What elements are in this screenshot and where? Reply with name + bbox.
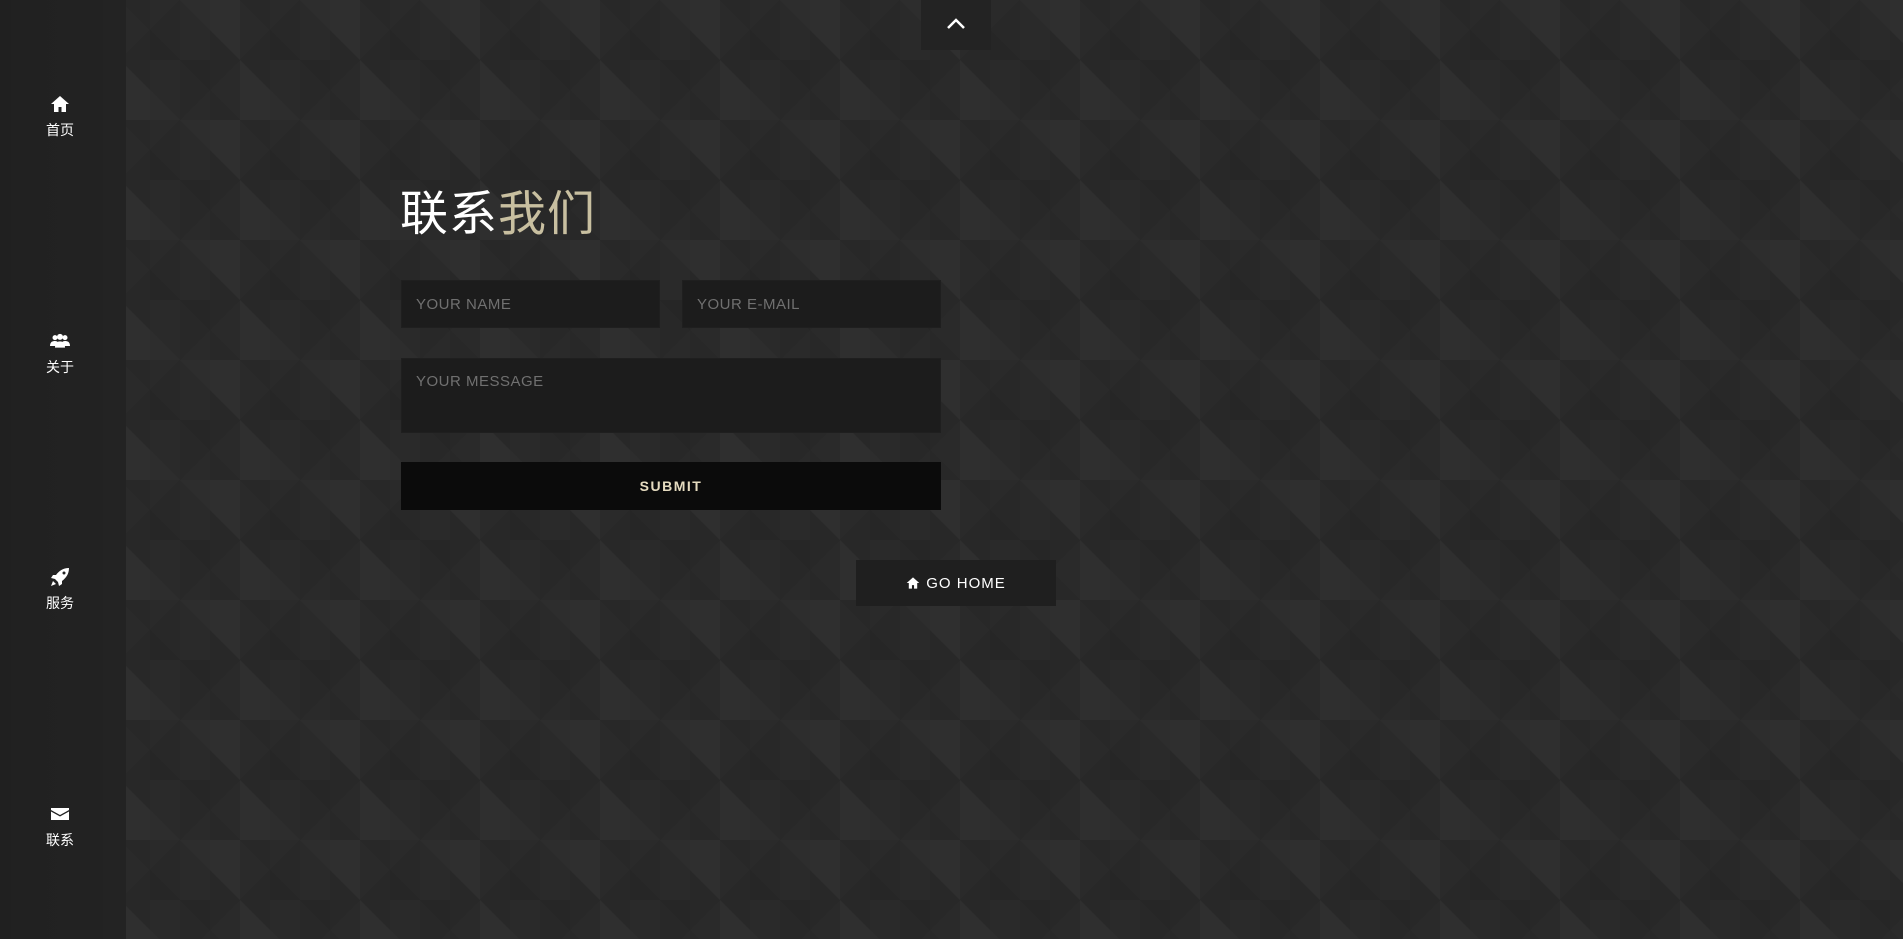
title-part-2: 我们 xyxy=(498,186,597,242)
home-icon xyxy=(906,577,920,589)
sidebar-item-label: 首页 xyxy=(46,123,74,139)
submit-button[interactable]: SUBMIT xyxy=(401,462,941,510)
sidebar-item-about[interactable]: 关于 xyxy=(0,331,120,377)
email-input[interactable] xyxy=(682,280,941,328)
sidebar-item-label: 服务 xyxy=(46,596,74,612)
sidebar-item-services[interactable]: 服务 xyxy=(0,567,120,613)
home-icon xyxy=(0,94,120,116)
sidebar-item-contact[interactable]: 联系 xyxy=(0,804,120,850)
message-input[interactable] xyxy=(401,358,941,433)
page-title: 联系我们 xyxy=(400,182,596,246)
chevron-up-icon xyxy=(946,16,966,35)
sidebar-item-label: 关于 xyxy=(46,360,74,376)
go-home-label: GO HOME xyxy=(926,574,1006,592)
name-input[interactable] xyxy=(401,280,660,328)
envelope-icon xyxy=(0,804,120,826)
sidebar-item-label: 联系 xyxy=(46,833,74,849)
users-icon xyxy=(0,331,120,353)
go-home-button[interactable]: GO HOME xyxy=(856,560,1056,606)
sidebar: 首页 关于 服务 联系 xyxy=(0,0,126,939)
rocket-icon xyxy=(0,567,120,589)
scroll-top-button[interactable] xyxy=(921,0,991,50)
title-part-1: 联系 xyxy=(400,186,499,242)
sidebar-item-home[interactable]: 首页 xyxy=(0,94,120,140)
